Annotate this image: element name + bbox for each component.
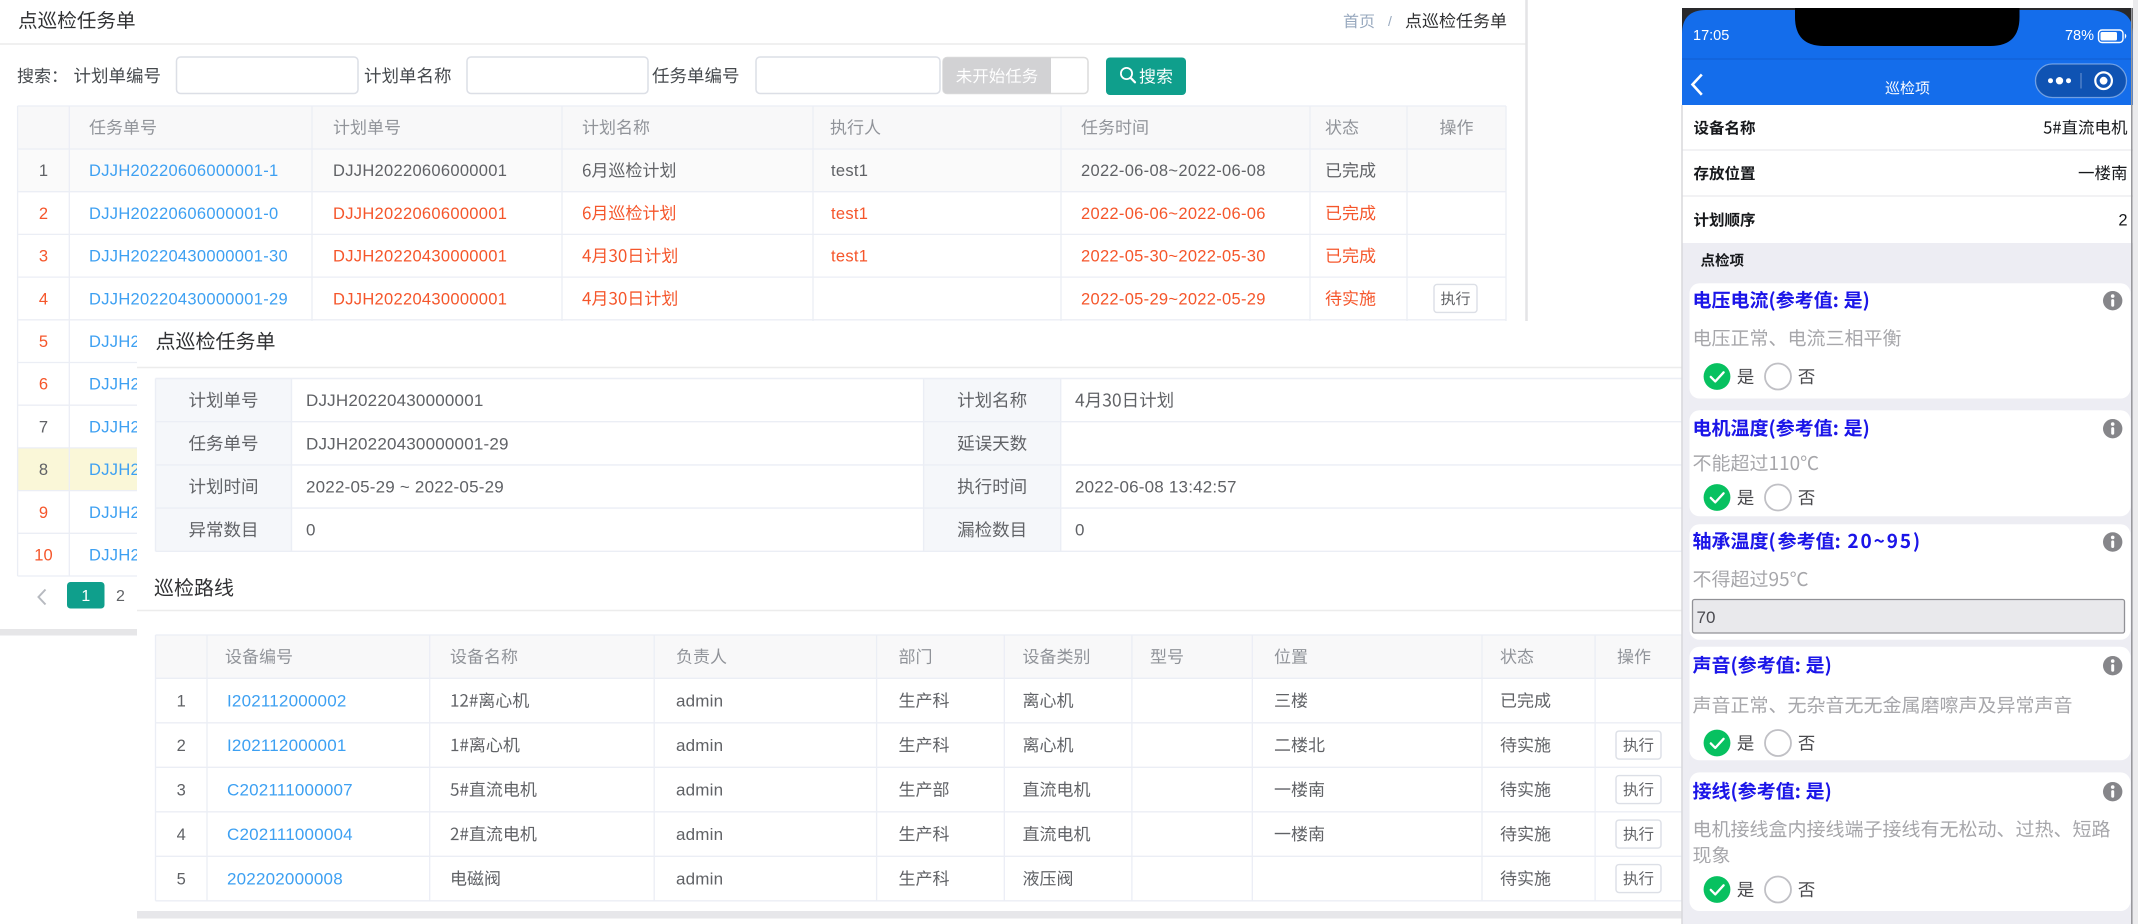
svg-text:0: 0 [1075,521,1085,540]
svg-text:2022-06-08 13:42:57: 2022-06-08 13:42:57 [1075,478,1237,497]
svg-text:1: 1 [39,162,48,180]
svg-text:2022-05-29~2022-05-29: 2022-05-29~2022-05-29 [1081,290,1266,308]
svg-text:DJJH20220606000001-0: DJJH20220606000001-0 [89,205,278,223]
svg-text:test1: test1 [831,162,868,180]
svg-text:DJJH20220606000001: DJJH20220606000001 [333,162,507,180]
svg-text:DJJH20220430000001-29: DJJH20220430000001-29 [306,434,509,453]
svg-text:2022-05-30~2022-05-30: 2022-05-30~2022-05-30 [1081,248,1266,266]
svg-text:9: 9 [39,504,48,522]
svg-text:2: 2 [39,205,48,223]
svg-text:7: 7 [39,418,48,436]
svg-text:2: 2 [2118,211,2127,229]
svg-text:admin: admin [676,869,723,888]
svg-text:2022-06-08~2022-06-08: 2022-06-08~2022-06-08 [1081,162,1266,180]
svg-text:DJJH20220606000001-1: DJJH20220606000001-1 [89,162,278,180]
svg-text:3: 3 [39,248,48,266]
svg-text:DJJH20220430000001: DJJH20220430000001 [333,290,507,308]
svg-text:I202112000001: I202112000001 [227,736,347,755]
svg-text:1: 1 [177,692,186,710]
svg-text:4: 4 [177,826,186,844]
svg-text:C202111000004: C202111000004 [227,825,353,844]
svg-text:DJJH20220430000001-29: DJJH20220430000001-29 [89,290,288,308]
svg-text:admin: admin [676,780,723,799]
svg-text:2022-05-29 ~ 2022-05-29: 2022-05-29 ~ 2022-05-29 [306,478,504,497]
svg-text:202202000008: 202202000008 [227,869,343,888]
svg-text:0: 0 [306,521,316,540]
svg-text:test1: test1 [831,248,868,266]
svg-text:DJJH20220430000001-30: DJJH20220430000001-30 [89,248,288,266]
svg-text:4: 4 [39,290,48,308]
svg-text:1: 1 [81,588,90,605]
svg-text:5: 5 [177,870,186,888]
svg-text:78%: 78% [2065,28,2094,44]
svg-text:2: 2 [116,588,125,605]
svg-text:I202112000002: I202112000002 [227,691,347,710]
svg-text:8: 8 [39,461,48,479]
svg-text:2022-06-06~2022-06-06: 2022-06-06~2022-06-06 [1081,205,1266,223]
svg-text:5: 5 [39,333,48,351]
svg-text:C202111000007: C202111000007 [227,780,353,799]
svg-text:admin: admin [676,736,723,755]
svg-text:DJJH20220430000001: DJJH20220430000001 [306,391,484,410]
svg-text:admin: admin [676,691,723,710]
svg-text:10: 10 [34,546,52,564]
svg-text:DJJH20220430000001: DJJH20220430000001 [333,248,507,266]
svg-text:17:05: 17:05 [1693,28,1729,44]
svg-text:70: 70 [1697,608,1716,627]
svg-text:test1: test1 [831,205,868,223]
svg-text:admin: admin [676,825,723,844]
svg-text:2: 2 [177,737,186,755]
svg-text:DJJH20220606000001: DJJH20220606000001 [333,205,507,223]
svg-text:6: 6 [39,376,48,394]
svg-text:3: 3 [177,781,186,799]
svg-text:/: / [1388,13,1392,29]
